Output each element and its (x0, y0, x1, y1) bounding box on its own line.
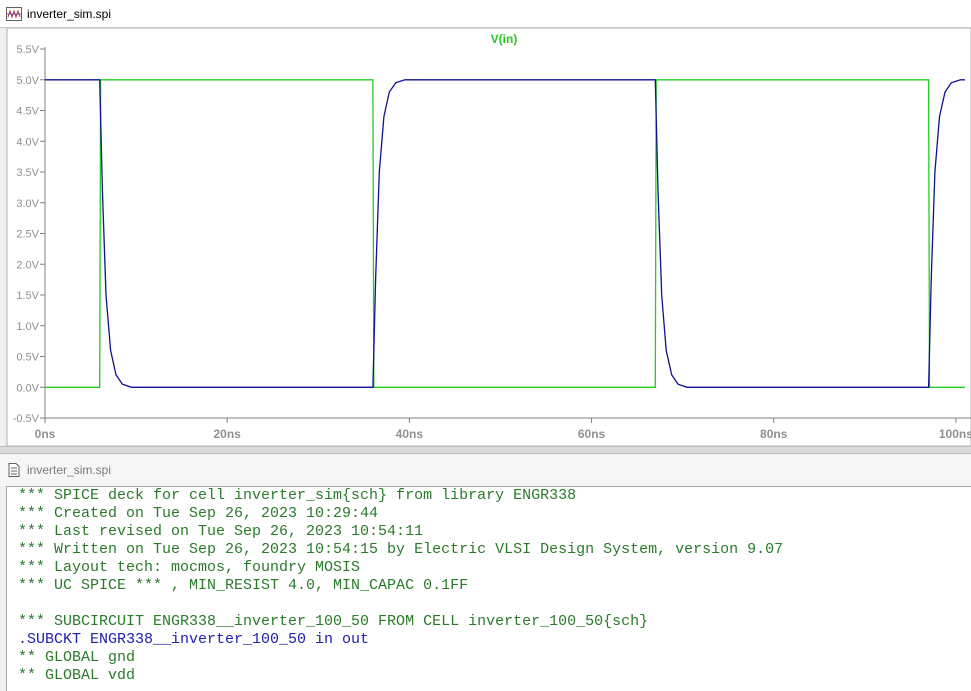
netlist-line: *** SPICE deck for cell inverter_sim{sch… (18, 487, 577, 504)
plot-window-titlebar[interactable]: inverter_sim.spi (0, 0, 971, 28)
x-tick-label: 40ns (396, 427, 424, 441)
y-tick-label: 5.0V (16, 75, 39, 87)
y-tick-label: 1.0V (16, 321, 39, 333)
y-tick-label: 3.0V (16, 198, 39, 210)
chart-title: V(in) (491, 32, 518, 46)
waveform-chart[interactable]: 5.5V 5.0V 4.5V 4.0V 3.5V 3.0V 2.5V 2.0V 1.5V 1.0V… (0, 28, 971, 446)
x-tick-label: 60ns (578, 427, 606, 441)
y-tick-label: 1.5V (16, 290, 39, 302)
y-tick-label: 3.5V (16, 167, 39, 179)
netlist-line: .SUBCKT ENGR338__inverter_100_50 in out (18, 631, 370, 648)
netlist-line: *** SUBCIRCUIT ENGR338__inverter_100_50 … (18, 613, 649, 630)
x-tick-label: 100ns (939, 427, 971, 441)
y-tick-label: 4.5V (16, 106, 39, 118)
x-tick-label: 0ns (35, 427, 56, 441)
netlist-line: *** Layout tech: mocmos, foundry MOSIS (18, 559, 361, 576)
waveform-plot-panel[interactable]: 5.5V 5.0V 4.5V 4.0V 3.5V 3.0V 2.5V 2.0V 1.5V 1.0V… (0, 28, 971, 446)
x-tick-label: 80ns (760, 427, 788, 441)
y-tick-label: 0.5V (16, 352, 39, 364)
plot-window-title: inverter_sim.spi (27, 6, 112, 21)
plot-background (6, 28, 971, 446)
y-tick-label: 2.5V (16, 229, 39, 241)
document-icon (8, 463, 20, 477)
netlist-line: ** GLOBAL vdd (18, 667, 136, 684)
netlist-panel[interactable]: *** SPICE deck for cell inverter_sim{sch… (0, 486, 971, 691)
waveform-icon (6, 6, 22, 21)
text-window-titlebar[interactable]: inverter_sim.spi (0, 454, 971, 486)
x-tick-label: 20ns (213, 427, 241, 441)
netlist-line: *** Last revised on Tue Sep 26, 2023 10:… (18, 523, 424, 540)
y-tick-label: -0.5V (13, 413, 40, 425)
netlist-text-area[interactable]: *** SPICE deck for cell inverter_sim{sch… (6, 486, 971, 691)
text-window-title: inverter_sim.spi (27, 463, 112, 477)
y-tick-label: 5.5V (16, 44, 39, 56)
window-splitter[interactable] (0, 446, 971, 454)
netlist-line (7, 595, 971, 613)
netlist-line: *** Created on Tue Sep 26, 2023 10:29:44 (18, 505, 379, 522)
netlist-line: *** UC SPICE *** , MIN_RESIST 4.0, MIN_C… (18, 577, 469, 594)
netlist-line: *** Written on Tue Sep 26, 2023 10:54:15… (18, 541, 784, 558)
y-tick-label: 0.0V (16, 382, 39, 394)
netlist-line: ** GLOBAL gnd (18, 649, 136, 666)
y-tick-label: 2.0V (16, 259, 39, 271)
y-tick-label: 4.0V (16, 136, 39, 148)
